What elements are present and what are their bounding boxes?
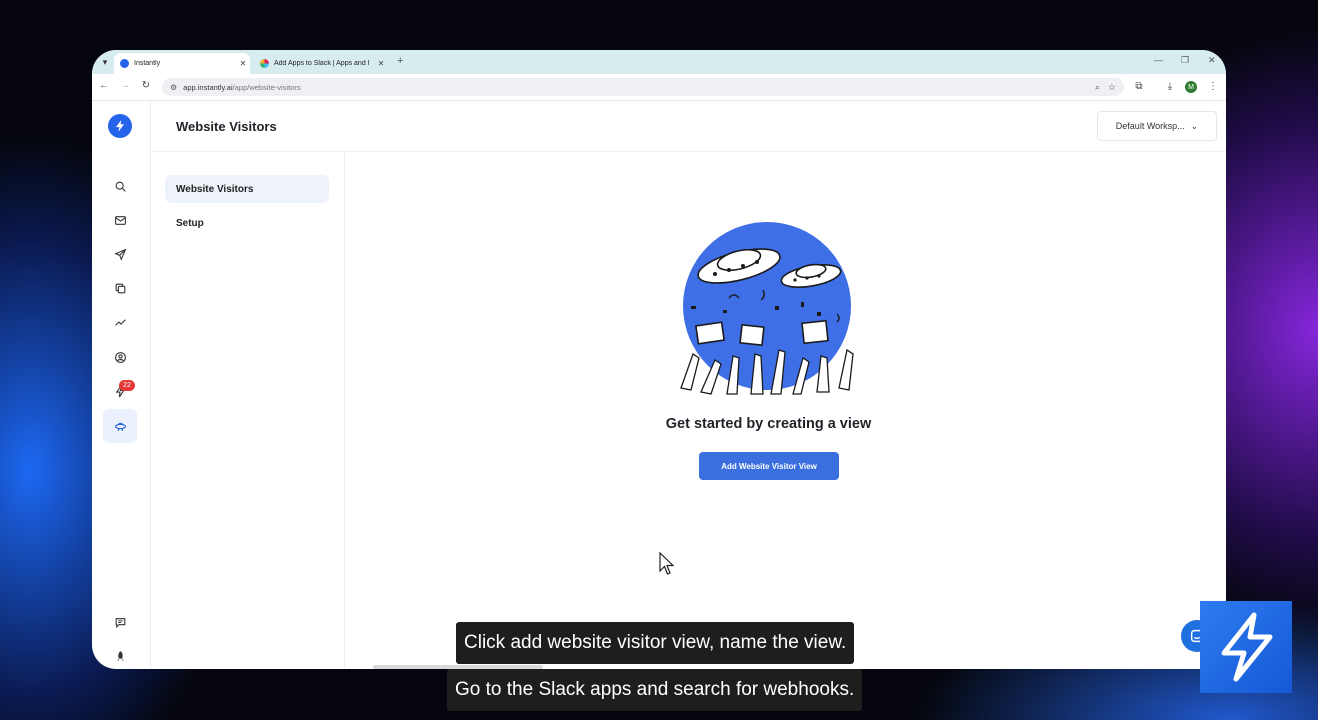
subnav-item-setup[interactable]: Setup: [165, 209, 329, 237]
website-visitors-icon[interactable]: [103, 409, 137, 443]
caption-line-1: Click add website visitor view, name the…: [456, 622, 855, 664]
minimize-icon[interactable]: —: [1154, 55, 1163, 65]
mouse-cursor-icon: [659, 552, 675, 575]
tab-title: Add Apps to Slack | Apps and I: [274, 60, 370, 67]
notification-badge: 22: [119, 380, 135, 391]
workspace-dropdown[interactable]: Default Worksp... ⌄: [1097, 111, 1217, 141]
zoom-icon[interactable]: ⌕: [1095, 82, 1100, 93]
window-close-icon[interactable]: ✕: [1208, 55, 1216, 66]
site-info-icon[interactable]: ⚙: [170, 83, 177, 92]
extensions-icon[interactable]: ⧉: [1133, 81, 1145, 92]
instantly-favicon-icon: [120, 59, 129, 68]
add-website-visitor-view-button[interactable]: Add Website Visitor View: [699, 452, 839, 480]
rocket-icon[interactable]: [109, 645, 131, 667]
subnav-item-label: Website Visitors: [176, 183, 254, 195]
tab-slack[interactable]: Add Apps to Slack | Apps and I ✕: [254, 53, 388, 74]
instantly-logo[interactable]: [108, 114, 132, 138]
close-tab-icon[interactable]: ✕: [374, 59, 388, 68]
contact-icon[interactable]: [109, 346, 131, 368]
restore-icon[interactable]: ❐: [1181, 55, 1189, 66]
profile-avatar[interactable]: M: [1185, 81, 1197, 93]
chat-icon[interactable]: [109, 611, 131, 633]
tab-search-icon[interactable]: ▾: [98, 55, 112, 69]
browser-toolbar: ← → ↻ ⚙ app.instantly.ai/app/website-vis…: [92, 74, 1226, 101]
bookmark-star-icon[interactable]: ☆: [1108, 82, 1116, 93]
browser-menu-icon[interactable]: ⋮: [1207, 81, 1219, 92]
page-title: Website Visitors: [176, 119, 277, 134]
copy-icon[interactable]: [109, 277, 131, 299]
forward-icon[interactable]: →: [118, 80, 132, 91]
sub-navigation: Website Visitors Setup: [150, 152, 345, 669]
main-content: Get started by creating a view Add Websi…: [345, 152, 1226, 669]
lightning-bolt-icon: [1221, 612, 1273, 682]
reload-icon[interactable]: ↻: [139, 80, 153, 91]
send-icon[interactable]: [109, 243, 131, 265]
mail-icon[interactable]: [109, 209, 131, 231]
page-header: Website Visitors Default Worksp... ⌄: [150, 101, 1226, 152]
brand-watermark-logo: [1200, 601, 1292, 693]
tab-title: Instantly: [134, 60, 161, 67]
browser-window: ▾ Instantly ✕ Add Apps to Slack | Apps a…: [92, 50, 1226, 669]
analytics-icon[interactable]: [109, 311, 131, 333]
sidebar: 22 M: [92, 101, 151, 669]
subnav-item-website-visitors[interactable]: Website Visitors: [165, 175, 329, 203]
subnav-item-label: Setup: [176, 217, 204, 229]
ufo-illustration: [680, 222, 854, 395]
search-icon[interactable]: [109, 175, 131, 197]
chevron-down-icon: ⌄: [1190, 120, 1199, 131]
empty-state-title: Get started by creating a view: [665, 416, 872, 432]
url-text: app.instantly.ai/app/website-visitors: [183, 82, 301, 92]
tab-bar: ▾ Instantly ✕ Add Apps to Slack | Apps a…: [92, 50, 1226, 74]
slack-favicon-icon: [260, 59, 269, 68]
tab-instantly[interactable]: Instantly ✕: [114, 53, 250, 74]
workspace-label: Default Worksp...: [1115, 121, 1185, 131]
address-bar[interactable]: ⚙ app.instantly.ai/app/website-visitors …: [162, 78, 1124, 96]
instantly-app: 22 M Website Visitors Default Worksp... …: [92, 101, 1226, 669]
new-tab-icon[interactable]: +: [397, 55, 403, 67]
back-icon[interactable]: ←: [97, 80, 111, 91]
close-tab-icon[interactable]: ✕: [236, 59, 250, 68]
download-icon[interactable]: ⤓: [1164, 81, 1176, 92]
caption-line-2: Go to the Slack apps and search for webh…: [447, 669, 863, 711]
